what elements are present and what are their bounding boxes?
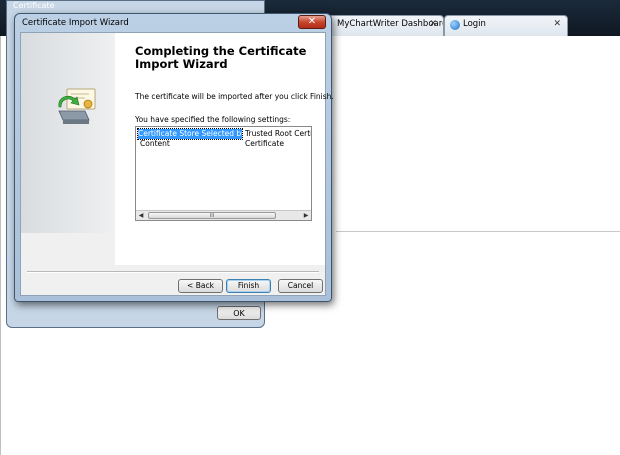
setting-name: Content <box>140 139 170 148</box>
scroll-thumb[interactable]: III <box>148 212 276 219</box>
tab-label: Login <box>463 19 486 29</box>
wizard-content: Completing the Certificate Import Wizard… <box>115 33 334 265</box>
back-button[interactable]: < Back <box>178 279 223 293</box>
horizontal-scrollbar[interactable]: ◀ III ▶ <box>136 210 311 220</box>
certificate-dialog-title: Certificate <box>13 1 55 10</box>
list-item[interactable]: Content Certificate <box>138 139 311 149</box>
wizard-heading: Completing the Certificate Import Wizard <box>135 44 307 71</box>
wizard-title: Certificate Import Wizard <box>22 18 129 28</box>
wizard-side-panel <box>21 33 115 233</box>
page-divider <box>336 231 620 232</box>
certificate-import-wizard: Certificate Import Wizard ✕ Completing t… <box>14 13 334 302</box>
setting-value: Trusted Root Certifica <box>245 129 311 138</box>
button-separator <box>27 271 319 273</box>
wizard-client-area: Completing the Certificate Import Wizard… <box>20 32 334 296</box>
close-button[interactable]: ✕ <box>298 15 326 29</box>
settings-list[interactable]: Certificate Store Selected by User Trust… <box>135 126 312 221</box>
ie-globe-icon <box>450 20 460 30</box>
setting-value: Certificate <box>245 139 284 148</box>
setting-name: Certificate Store Selected by User <box>137 128 243 140</box>
tab-mychartwriter-dashboard[interactable]: MyChartWriter Dashboard ✕ <box>318 15 444 36</box>
cancel-button[interactable]: Cancel <box>278 279 323 293</box>
tab-label: MyChartWriter Dashboard <box>337 19 444 29</box>
close-tab-icon[interactable]: ✕ <box>429 19 437 29</box>
settings-label: You have specified the following setting… <box>135 115 291 124</box>
close-tab-icon[interactable]: ✕ <box>553 19 561 29</box>
certificate-import-icon <box>58 88 96 124</box>
tab-login[interactable]: Login ✕ <box>444 15 568 36</box>
wizard-description: The certificate will be imported after y… <box>135 92 334 101</box>
page-border <box>0 36 1 455</box>
finish-button[interactable]: Finish <box>226 279 271 293</box>
scroll-left-icon[interactable]: ◀ <box>136 211 146 220</box>
scroll-right-icon[interactable]: ▶ <box>301 211 311 220</box>
list-item[interactable]: Certificate Store Selected by User Trust… <box>137 128 311 140</box>
ok-button[interactable]: OK <box>217 306 261 320</box>
